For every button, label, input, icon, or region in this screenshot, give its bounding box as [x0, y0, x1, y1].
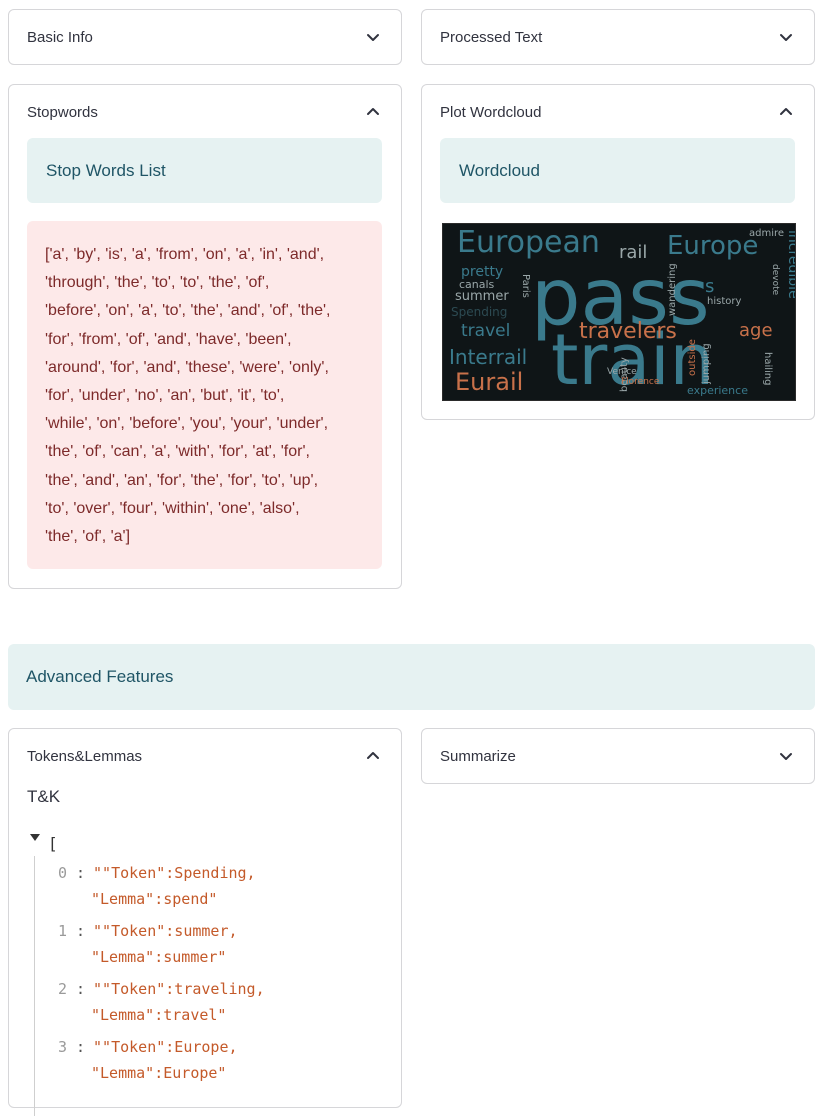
stopwords-label: Stopwords: [27, 103, 98, 121]
wordcloud-word: Paris: [520, 274, 531, 298]
tokens-lemmas-header[interactable]: Tokens&Lemmas: [9, 729, 401, 783]
processed-text-expander[interactable]: Processed Text: [421, 9, 815, 65]
basic-info-expander[interactable]: Basic Info: [8, 9, 402, 65]
advanced-features-banner: Advanced Features: [8, 644, 815, 710]
json-value: ""Token":traveling,: [93, 980, 265, 998]
stop-words-line: 'the', 'of', 'a']: [45, 528, 131, 546]
stop-words-line: 'while', 'on', 'before', 'you', 'your', …: [45, 415, 329, 433]
json-item: 1: ""Token":summer, "Lemma":summer": [58, 918, 238, 966]
wordcloud-word: hailing: [762, 352, 773, 386]
json-value: ""Token":summer,: [93, 922, 238, 940]
json-value: ""Token":Europe,: [93, 1038, 238, 1056]
stop-words-line: 'before', 'on', 'a', 'to', 'the', 'and',…: [45, 302, 331, 320]
json-value-cont: "Lemma":summer": [91, 948, 227, 966]
advanced-features-title: Advanced Features: [26, 667, 174, 686]
basic-info-label: Basic Info: [27, 28, 93, 46]
wordcloud-word: summer: [455, 289, 509, 304]
chevron-up-icon: [365, 748, 381, 764]
collapse-toggle-icon[interactable]: [30, 834, 40, 841]
wordcloud-word: incredible: [785, 230, 795, 299]
json-index: 3: [58, 1038, 68, 1056]
stop-words-line: 'for', 'under', 'no', 'an', 'but', 'it',…: [45, 387, 285, 405]
wordcloud-word: Spending: [451, 305, 507, 319]
processed-text-header[interactable]: Processed Text: [422, 10, 814, 64]
wordcloud-word: history: [707, 296, 741, 307]
stopwords-header[interactable]: Stopwords: [9, 85, 401, 139]
summarize-label: Summarize: [440, 747, 516, 765]
stop-words-list-box: ['a', 'by', 'is', 'a', 'from', 'on', 'a'…: [27, 221, 382, 569]
wordcloud-word: Europe: [667, 231, 758, 261]
stop-words-line: 'for', 'from', 'of', 'and', 'have', 'bee…: [45, 330, 292, 348]
summarize-header[interactable]: Summarize: [422, 729, 814, 783]
json-open-bracket: [: [48, 834, 58, 853]
wordcloud-word: experience: [687, 384, 748, 397]
json-item: 2: ""Token":traveling, "Lemma":travel": [58, 976, 265, 1024]
chevron-up-icon: [778, 104, 794, 120]
wordcloud-word: canals: [459, 278, 495, 291]
stop-words-info-box: Stop Words List: [27, 138, 382, 203]
wordcloud-info-box: Wordcloud: [440, 138, 795, 203]
wordcloud-word: outside: [687, 339, 698, 376]
chevron-down-icon: [778, 29, 794, 45]
stop-words-line: 'to', 'over', 'four', 'within', 'one', '…: [45, 499, 300, 517]
json-value-cont: "Lemma":travel": [91, 1006, 227, 1024]
json-indent-guide: [34, 856, 35, 1116]
chevron-down-icon: [365, 29, 381, 45]
wordcloud-word: Interrail: [449, 345, 527, 369]
wordcloud-word: admire: [749, 228, 784, 239]
processed-text-label: Processed Text: [440, 28, 543, 46]
json-value-cont: "Lemma":spend": [91, 890, 218, 908]
stop-words-line: ['a', 'by', 'is', 'a', 'from', 'on', 'a'…: [45, 246, 325, 263]
json-item: 3: ""Token":Europe, "Lemma":Europe": [58, 1034, 238, 1082]
stop-words-line: 'the', 'and', 'an', 'for', 'the', 'for',…: [45, 471, 319, 489]
chevron-up-icon: [365, 104, 381, 120]
tokens-lemmas-label: Tokens&Lemmas: [27, 747, 143, 765]
wordcloud-word: jumping: [701, 343, 712, 385]
wordcloud-word: devote: [770, 264, 780, 296]
stop-words-title: Stop Words List: [46, 160, 166, 180]
wordcloud-word: Eurail: [455, 368, 523, 396]
wordcloud-word: wandering: [667, 263, 678, 316]
wordcloud-word: European: [457, 225, 600, 260]
wordcloud-word: s: [705, 276, 714, 297]
basic-info-header[interactable]: Basic Info: [9, 10, 401, 64]
json-value: ""Token":Spending,: [93, 864, 256, 882]
stop-words-line: 'through', 'the', 'to', 'to', 'the', 'of…: [45, 274, 270, 292]
wordcloud-image: pass train European Europe travelers age…: [442, 223, 796, 401]
wordcloud-word: rail: [619, 242, 647, 263]
wordcloud-word: age: [739, 320, 773, 341]
wordcloud-word: travelers: [579, 319, 677, 344]
plot-wordcloud-header[interactable]: Plot Wordcloud: [422, 85, 814, 139]
json-index: 2: [58, 980, 68, 998]
wordcloud-title: Wordcloud: [459, 160, 540, 180]
json-item: 0: ""Token":Spending, "Lemma":spend": [58, 860, 256, 908]
wordcloud-word: Florence: [621, 377, 660, 387]
wordcloud-word: Venice: [607, 367, 637, 377]
json-index: 0: [58, 864, 68, 882]
json-index: 1: [58, 922, 68, 940]
stop-words-line: 'the', 'of', 'can', 'a', 'with', 'for', …: [45, 443, 310, 461]
stop-words-line: 'around', 'for', 'and', 'these', 'were',…: [45, 358, 329, 376]
summarize-expander[interactable]: Summarize: [421, 728, 815, 784]
wordcloud-word: travel: [461, 321, 510, 341]
chevron-down-icon: [778, 748, 794, 764]
plot-wordcloud-label: Plot Wordcloud: [440, 103, 542, 121]
tk-subtitle: T&K: [27, 787, 61, 806]
json-value-cont: "Lemma":Europe": [91, 1064, 227, 1082]
